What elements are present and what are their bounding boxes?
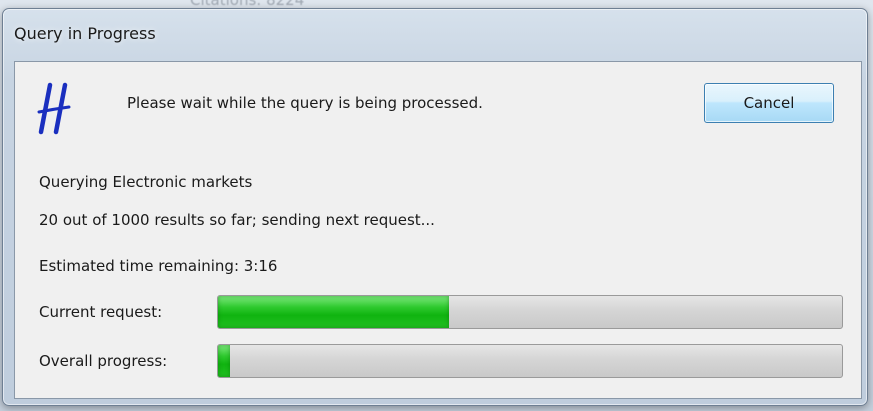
status-results-text: 20 out of 1000 results so far; sending n…: [39, 211, 435, 229]
cancel-button[interactable]: Cancel: [704, 83, 834, 123]
status-query-text: Querying Electronic markets: [39, 173, 253, 191]
dialog-body: Please wait while the query is being pro…: [14, 61, 862, 399]
overall-progress-bar: [217, 344, 843, 378]
wait-message: Please wait while the query is being pro…: [127, 94, 483, 112]
overall-progress-fill: [218, 345, 231, 377]
current-request-progress-bar: [217, 295, 843, 329]
dialog-titlebar[interactable]: Query in Progress: [3, 9, 867, 59]
current-request-progress-fill: [218, 296, 449, 328]
dialog-title: Query in Progress: [14, 24, 156, 43]
current-request-label: Current request:: [39, 303, 163, 321]
query-progress-dialog: Query in Progress Please wait while the …: [2, 8, 868, 406]
overall-progress-label: Overall progress:: [39, 352, 168, 370]
publish-or-perish-logo-icon: [37, 82, 71, 135]
status-time-remaining: Estimated time remaining: 3:16: [39, 257, 278, 275]
